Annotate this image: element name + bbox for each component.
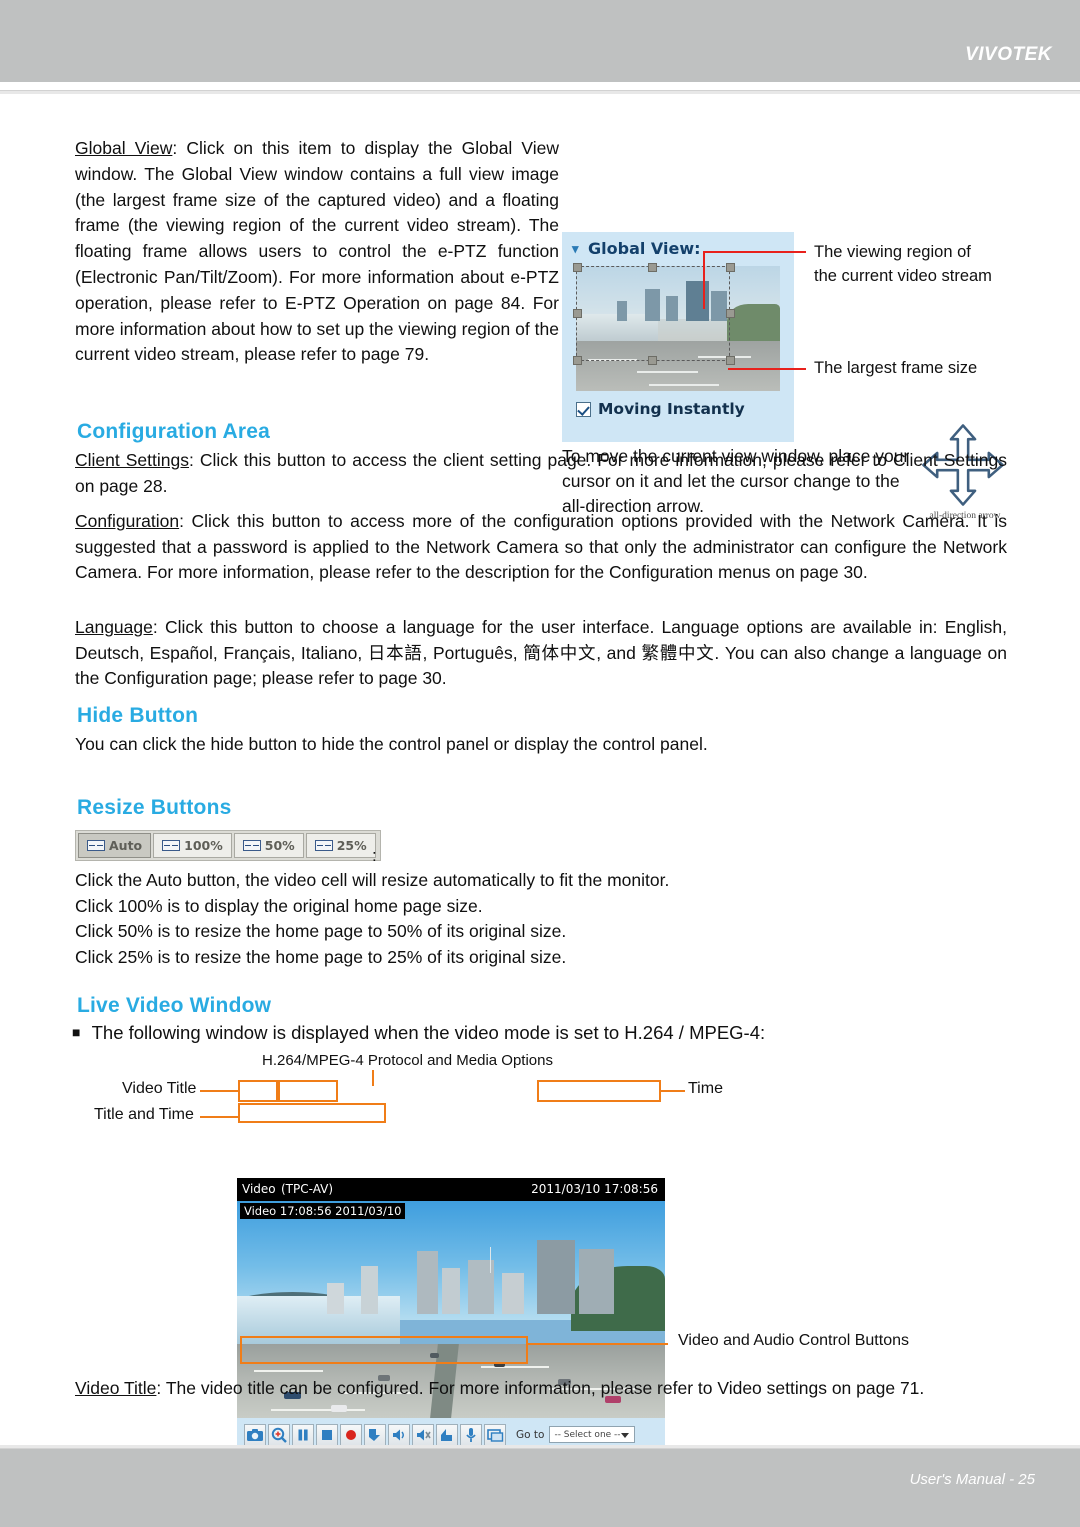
protocol-caption: H.264/MPEG-4 Protocol and Media Options (262, 1052, 553, 1069)
configuration-area-heading: Configuration Area (77, 420, 270, 443)
resize-line-4: Click 25% is to resize the home page to … (75, 946, 567, 967)
label-video-title: Video Title (122, 1080, 197, 1097)
resize-100-label: 100% (184, 838, 223, 853)
resize-25-button[interactable]: 25% (305, 833, 376, 858)
resize-50-button[interactable]: 50% (233, 833, 304, 858)
callout-line-viewing-region (703, 251, 806, 253)
resize-line-1: Click the Auto button, the video cell wi… (75, 870, 670, 890)
configuration-term: Configuration (75, 511, 180, 531)
resize-icon (314, 840, 333, 851)
resize-handle-s[interactable] (648, 356, 657, 365)
resize-colon: : (372, 846, 377, 865)
video-title-text: Video (242, 1182, 276, 1196)
page-footer: User's Manual - 25 (0, 1449, 1080, 1527)
hide-button-heading: Hide Button (77, 704, 199, 727)
client-settings-paragraph: Client Settings: Click this button to ac… (75, 450, 1007, 496)
leader-control-buttons (528, 1343, 668, 1345)
moving-instantly-label: Moving Instantly (598, 400, 745, 418)
annotation-largest-frame: The largest frame size (814, 359, 978, 377)
snapshot-camera-icon[interactable] (244, 1423, 266, 1446)
video-title-term: Video Title (75, 1378, 157, 1398)
callout-box-video-title (238, 1080, 280, 1102)
goto-select-value: -- Select one -- (554, 1429, 621, 1440)
resize-handle-n[interactable] (648, 263, 657, 272)
label-control-buttons: Video and Audio Control Buttons (678, 1332, 909, 1349)
language-term: Language (75, 617, 153, 637)
resize-handle-sw[interactable] (573, 356, 582, 365)
hide-button-text: You can click the hide button to hide th… (75, 734, 708, 754)
resize-50-label: 50% (264, 838, 295, 853)
resize-buttons-toolbar[interactable]: Auto 100% 50% 25% (75, 830, 381, 861)
resize-icon (162, 840, 181, 851)
language-paragraph: Language: Click this button to choose a … (75, 617, 1007, 689)
header-divider (0, 90, 1080, 94)
chevron-down-icon: ▾ (572, 241, 579, 256)
full-screen-icon[interactable] (484, 1423, 506, 1446)
goto-select[interactable]: -- Select one -- (549, 1426, 636, 1443)
resize-handle-nw[interactable] (573, 263, 582, 272)
resize-description: Click the Auto button, the video cell wi… (75, 868, 1007, 970)
resize-handle-se[interactable] (726, 356, 735, 365)
stop-icon[interactable] (316, 1423, 338, 1446)
goto-label: Go to (516, 1428, 545, 1441)
leader-time (661, 1090, 685, 1092)
save-video-icon[interactable] (364, 1423, 386, 1446)
callout-box-time (537, 1080, 661, 1102)
label-time: Time (688, 1080, 723, 1097)
label-title-and-time: Title and Time (94, 1106, 194, 1123)
resize-auto-label: Auto (109, 838, 143, 853)
global-view-floating-frame[interactable] (576, 266, 730, 361)
global-view-panel: ▾ Global View: Moving Instantly (562, 232, 794, 442)
resize-handle-e[interactable] (726, 309, 735, 318)
callout-box-protocol (276, 1080, 338, 1102)
live-video-window-heading: Live Video Window (77, 994, 272, 1017)
resize-handle-ne[interactable] (726, 263, 735, 272)
resize-100-button[interactable]: 100% (153, 833, 232, 858)
video-timestamp-text: 2011/03/10 17:08:56 (531, 1182, 658, 1196)
record-icon[interactable] (340, 1423, 362, 1446)
callout-line-largest-frame-stub (728, 368, 730, 370)
video-title-paragraph: Video Title: The video title can be conf… (75, 1378, 925, 1398)
resize-icon (87, 840, 105, 851)
resize-icon (242, 840, 261, 851)
footer-text: User's Manual - 25 (909, 1471, 1035, 1488)
leader-protocol-vertical (372, 1070, 374, 1086)
resize-buttons-heading: Resize Buttons (77, 796, 232, 819)
resize-line-2: Click 100% is to display the original ho… (75, 895, 483, 916)
pause-icon[interactable] (292, 1423, 314, 1446)
volume-icon[interactable] (388, 1423, 410, 1446)
resize-handle-w[interactable] (573, 309, 582, 318)
upload-icon[interactable] (436, 1423, 458, 1446)
callout-line-largest-frame (728, 368, 806, 370)
moving-instantly-checkbox-row[interactable]: Moving Instantly (576, 400, 745, 418)
global-view-term: Global View (75, 138, 173, 158)
global-view-paragraph: Global View: Click on this item to displ… (75, 138, 559, 365)
talk-microphone-icon[interactable] (460, 1423, 482, 1446)
global-view-panel-title: Global View: (588, 239, 701, 258)
page-header: VIVOTEK (0, 0, 1080, 82)
moving-instantly-checkbox[interactable] (576, 401, 591, 417)
mute-icon[interactable] (412, 1423, 434, 1446)
live-video-window: Video (TPC-AV) 2011/03/10 17:08:56 Video… (237, 1178, 665, 1451)
digital-zoom-icon[interactable] (268, 1423, 290, 1446)
resize-line-3: Click 50% is to resize the home page to … (75, 921, 567, 941)
resize-25-label: 25% (336, 838, 367, 853)
callout-line-viewing-region-vertical (703, 251, 705, 309)
global-view-paragraph-block: Global View: Click on this item to displ… (75, 136, 559, 368)
callout-box-control-buttons (240, 1336, 528, 1364)
brand-logo: VIVOTEK (965, 44, 1052, 65)
live-video-bullet-row: ■ The following window is displayed when… (72, 1022, 1012, 1044)
video-protocol-text: (TPC-AV) (281, 1182, 334, 1196)
configuration-paragraph: Configuration: Click this button to acce… (75, 511, 1007, 583)
client-settings-term: Client Settings (75, 450, 189, 470)
bullet-square-icon: ■ (72, 1024, 81, 1040)
live-video-bullet-text: The following window is displayed when t… (91, 1022, 766, 1043)
callout-box-title-and-time (238, 1103, 386, 1123)
leader-title-and-time (200, 1116, 240, 1118)
annotation-viewing-region: The viewing region of the current video … (814, 243, 992, 285)
video-title-bar: Video (TPC-AV) 2011/03/10 17:08:56 (237, 1178, 665, 1201)
resize-auto-button[interactable]: Auto (78, 833, 152, 858)
video-overlay-title-time: Video 17:08:56 2011/03/10 (240, 1203, 406, 1219)
leader-video-title (200, 1090, 240, 1092)
